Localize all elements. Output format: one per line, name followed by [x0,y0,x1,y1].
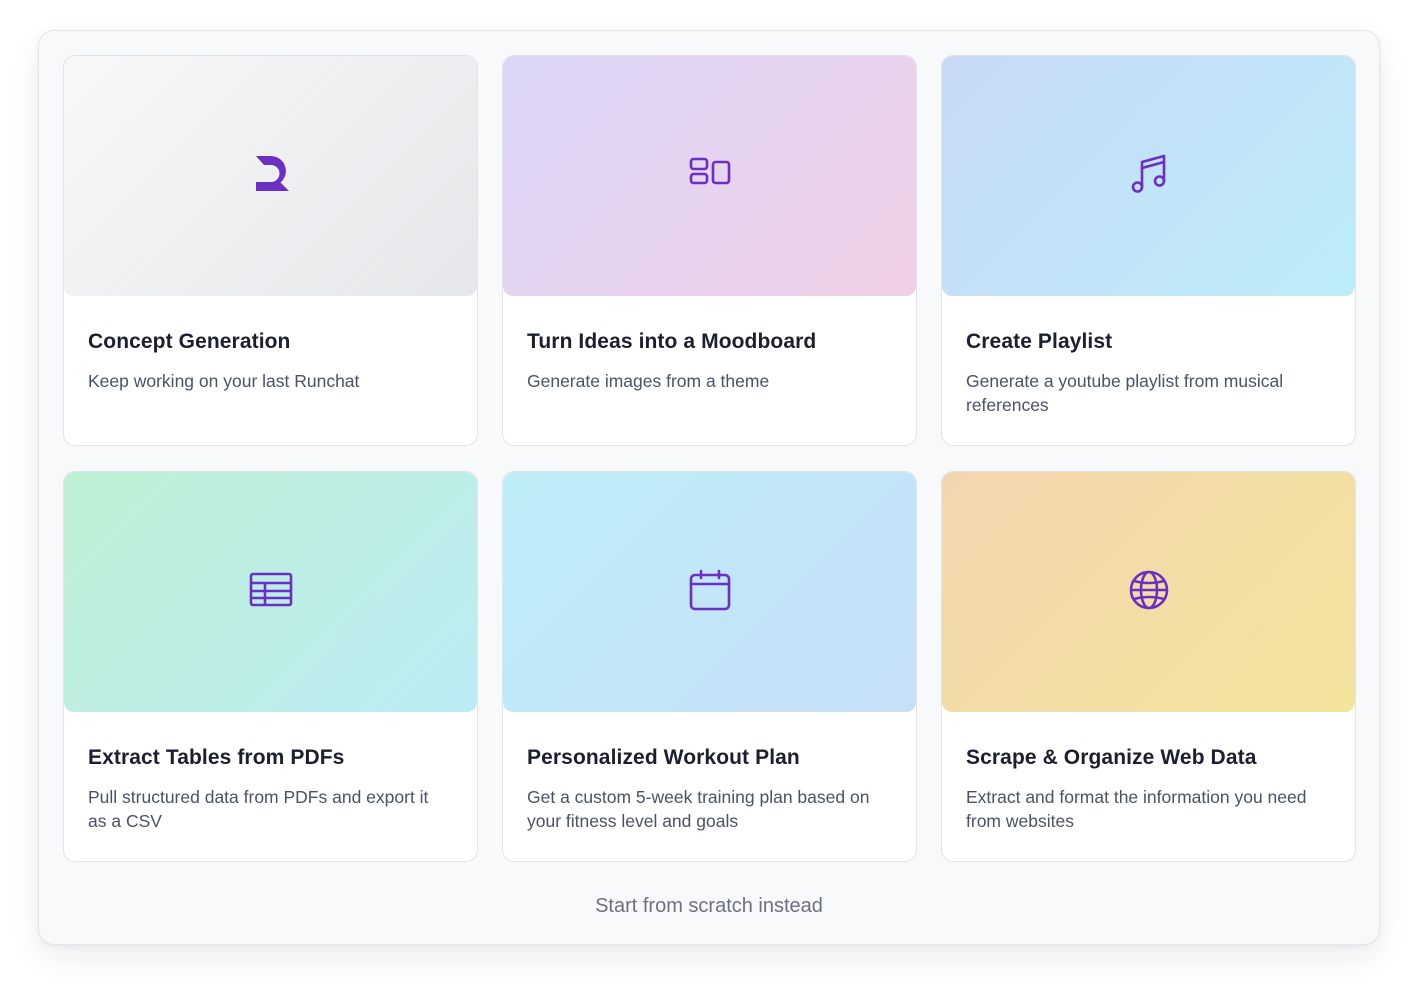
card-title: Turn Ideas into a Moodboard [527,330,817,353]
template-picker-panel: Concept Generation Keep working on your … [38,30,1380,945]
template-card-extract-tables[interactable]: Extract Tables from PDFs Pull structured… [63,471,478,862]
card-description: Generate a youtube playlist from musical… [966,371,1284,415]
template-card-create-playlist[interactable]: Create Playlist Generate a youtube playl… [941,55,1356,446]
card-banner [942,56,1355,296]
globe-icon [1127,568,1171,617]
start-from-scratch-link[interactable]: Start from scratch instead [39,895,1379,918]
card-description: Extract and format the information you n… [966,787,1307,831]
music-note-icon [1127,152,1171,201]
card-banner [503,472,916,712]
layout-grid-icon [688,152,732,201]
card-description: Pull structured data from PDFs and expor… [88,787,429,831]
template-card-concept-generation[interactable]: Concept Generation Keep working on your … [63,55,478,446]
card-banner [942,472,1355,712]
card-banner [64,56,477,296]
template-card-workout-plan[interactable]: Personalized Workout Plan Get a custom 5… [502,471,917,862]
card-title: Create Playlist [966,330,1113,353]
card-title: Concept Generation [88,330,291,353]
card-description: Keep working on your last Runchat [88,371,360,391]
runchat-logo-icon [249,152,293,201]
table-icon [249,568,293,617]
card-banner [503,56,916,296]
card-description: Get a custom 5-week training plan based … [527,787,870,831]
template-card-scrape-web-data[interactable]: Scrape & Organize Web Data Extract and f… [941,471,1356,862]
card-title: Personalized Workout Plan [527,746,800,769]
card-description: Generate images from a theme [527,371,770,391]
calendar-icon [688,568,732,617]
card-title: Scrape & Organize Web Data [966,746,1257,769]
template-card-moodboard[interactable]: Turn Ideas into a Moodboard Generate ima… [502,55,917,446]
card-banner [64,472,477,712]
template-grid: Concept Generation Keep working on your … [63,55,1357,862]
card-title: Extract Tables from PDFs [88,746,345,769]
